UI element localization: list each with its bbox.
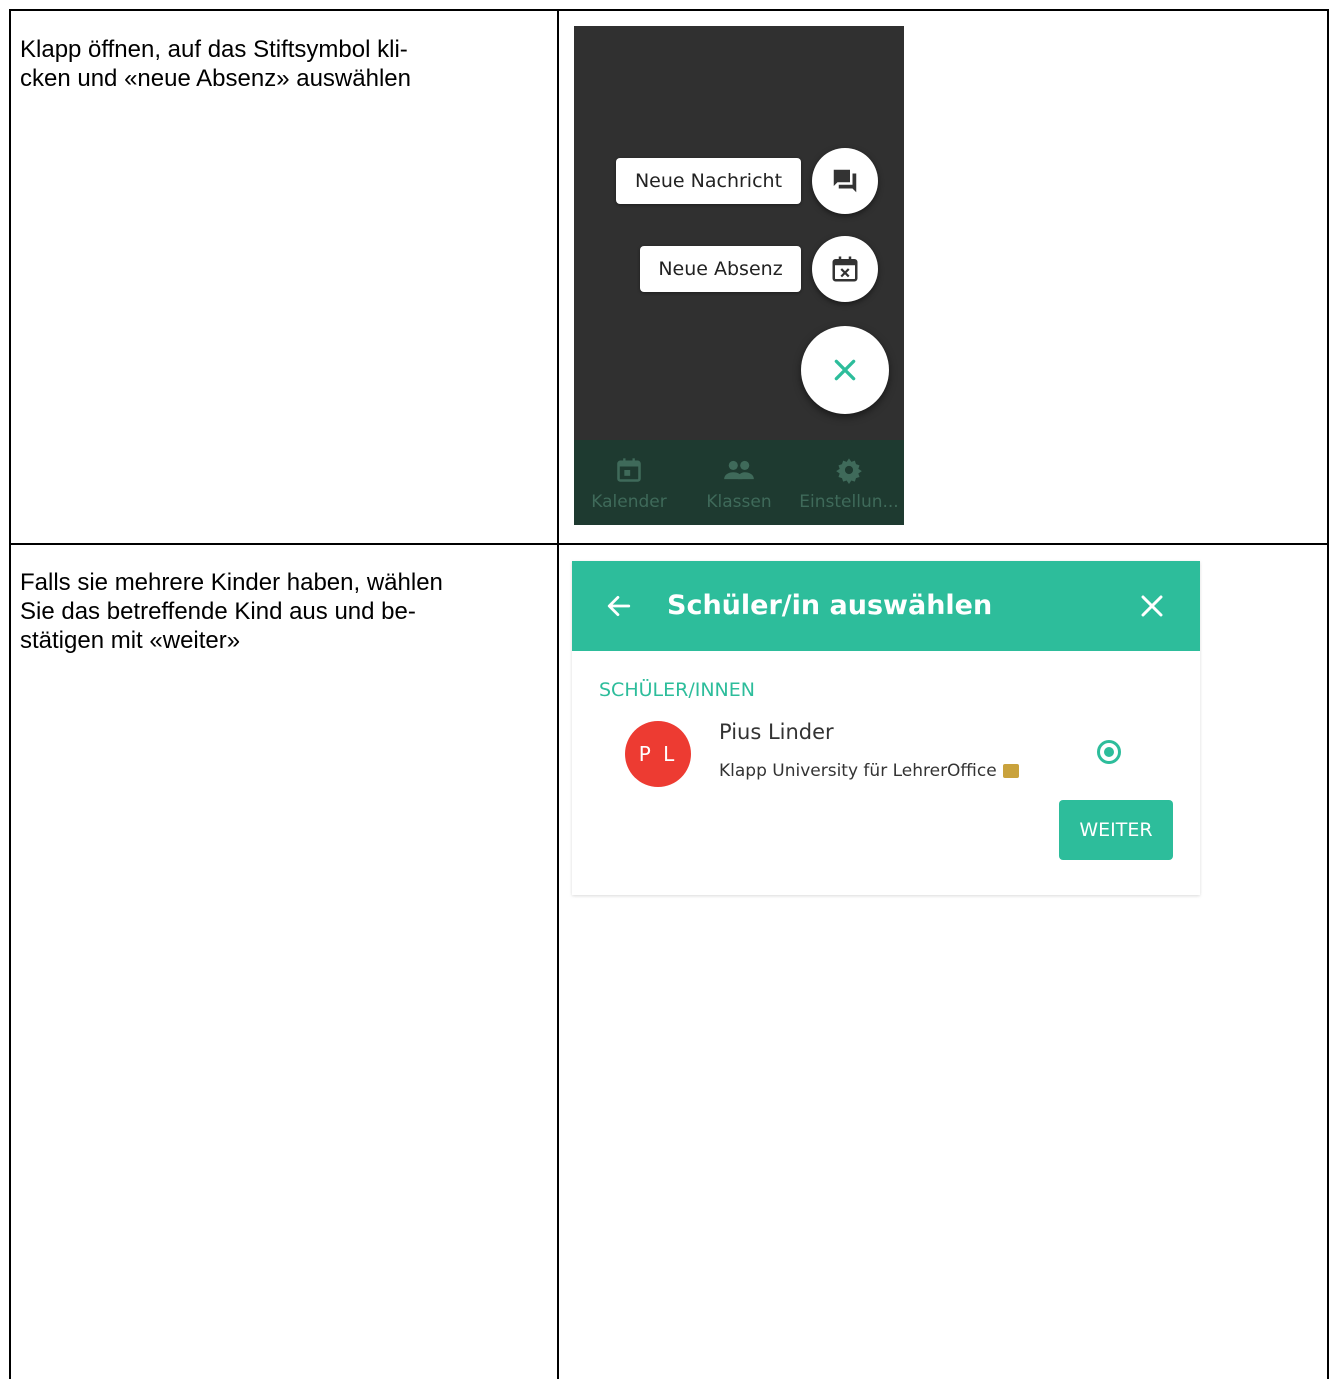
nav-label-classes: Klassen <box>706 492 772 512</box>
select-student-screenshot: Schüler/in auswählen SCHÜLER/INNEN P L P… <box>572 561 1200 895</box>
back-arrow-icon[interactable] <box>604 593 634 619</box>
new-absence-button[interactable] <box>812 236 878 302</box>
close-fab-button[interactable] <box>801 326 889 414</box>
app-bar: Schüler/in auswählen <box>572 561 1200 651</box>
page-title: Schüler/in auswählen <box>667 590 993 621</box>
calendar-x-icon <box>832 256 858 282</box>
gear-icon <box>836 458 862 484</box>
new-message-label[interactable]: Neue Nachricht <box>616 158 801 204</box>
chat-icon <box>833 169 857 193</box>
nav-item-classes[interactable]: Klassen <box>684 440 794 525</box>
student-name[interactable]: Pius Linder <box>719 720 834 744</box>
bottom-navigation: Kalender Klassen Einstellun... <box>574 440 904 525</box>
avatar: P L <box>625 721 691 787</box>
table-row-divider <box>9 543 1329 545</box>
calendar-icon <box>617 458 641 482</box>
close-icon[interactable] <box>1140 594 1164 618</box>
nav-item-settings[interactable]: Einstellun... <box>794 440 904 525</box>
close-icon <box>834 359 856 381</box>
instruction-table: Klapp öffnen, auf das Stiftsymbol kli- c… <box>0 0 1338 1379</box>
nav-label-calendar: Kalender <box>591 492 667 512</box>
school-label: Klapp University für LehrerOffice <box>719 761 997 781</box>
table-border-top <box>9 9 1329 11</box>
nav-item-calendar[interactable]: Kalender <box>574 440 684 525</box>
nav-label-settings: Einstellun... <box>799 492 899 512</box>
new-absence-label[interactable]: Neue Absenz <box>640 246 801 292</box>
radio-selected-dot <box>1104 747 1114 757</box>
step-1-instruction: Klapp öffnen, auf das Stiftsymbol kli- c… <box>20 36 411 92</box>
table-border-left <box>9 9 11 1379</box>
next-button[interactable]: WEITER <box>1059 800 1173 860</box>
people-icon <box>724 460 754 480</box>
step-2-instruction: Falls sie mehrere Kinder haben, wählen S… <box>20 569 443 654</box>
student-school: Klapp University für LehrerOffice <box>719 761 1019 781</box>
school-emoji-icon <box>1002 764 1019 778</box>
table-column-divider <box>557 9 559 1379</box>
section-title: SCHÜLER/INNEN <box>599 679 755 701</box>
fab-menu-screenshot: Neue Nachricht Neue Absenz Kalender Klas… <box>574 26 904 525</box>
student-radio[interactable] <box>1097 740 1121 764</box>
table-border-right <box>1327 9 1329 1379</box>
new-message-button[interactable] <box>812 148 878 214</box>
